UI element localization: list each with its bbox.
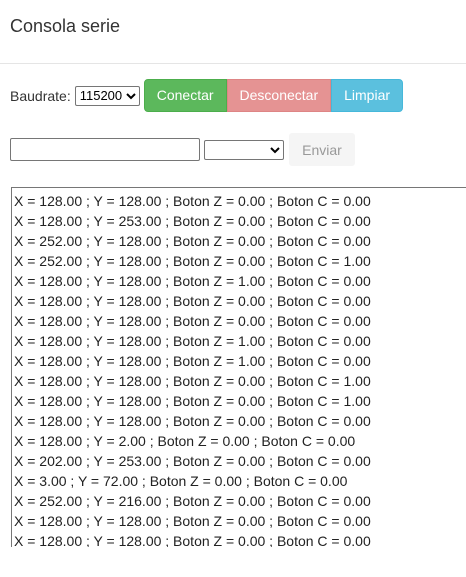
send-button[interactable]: Enviar bbox=[289, 133, 355, 166]
console-line: X = 252.00 ; Y = 128.00 ; Boton Z = 0.00… bbox=[14, 253, 371, 269]
console-line: X = 128.00 ; Y = 2.00 ; Boton Z = 0.00 ;… bbox=[14, 433, 356, 449]
header: Consola serie bbox=[0, 0, 466, 64]
clear-button[interactable]: Limpiar bbox=[331, 79, 404, 112]
disconnect-button[interactable]: Desconectar bbox=[226, 79, 332, 112]
console-line: X = 128.00 ; Y = 128.00 ; Boton Z = 1.00… bbox=[14, 353, 371, 369]
send-input[interactable] bbox=[10, 138, 200, 161]
console-line: X = 252.00 ; Y = 128.00 ; Boton Z = 0.00… bbox=[14, 233, 371, 249]
console-line: X = 128.00 ; Y = 128.00 ; Boton Z = 0.00… bbox=[14, 533, 371, 547]
console-line: X = 128.00 ; Y = 128.00 ; Boton Z = 0.00… bbox=[14, 393, 371, 409]
connect-button[interactable]: Conectar bbox=[143, 79, 227, 112]
console-line: X = 128.00 ; Y = 128.00 ; Boton Z = 0.00… bbox=[14, 293, 371, 309]
console-line: X = 128.00 ; Y = 253.00 ; Boton Z = 0.00… bbox=[14, 213, 371, 229]
send-row: Enviar bbox=[10, 133, 355, 166]
console-line: X = 128.00 ; Y = 128.00 ; Boton Z = 0.00… bbox=[14, 413, 371, 429]
console-line: X = 128.00 ; Y = 128.00 ; Boton Z = 1.00… bbox=[14, 333, 371, 349]
console-line: X = 128.00 ; Y = 128.00 ; Boton Z = 0.00… bbox=[14, 313, 371, 329]
console-line: X = 202.00 ; Y = 253.00 ; Boton Z = 0.00… bbox=[14, 453, 371, 469]
page-title: Consola serie bbox=[10, 16, 121, 36]
console-line: X = 252.00 ; Y = 216.00 ; Boton Z = 0.00… bbox=[14, 493, 371, 509]
baudrate-label: Baudrate: bbox=[10, 87, 71, 104]
console-line: X = 128.00 ; Y = 128.00 ; Boton Z = 0.00… bbox=[14, 513, 371, 529]
console-line: X = 128.00 ; Y = 128.00 ; Boton Z = 1.00… bbox=[14, 273, 371, 289]
console-line: X = 3.00 ; Y = 72.00 ; Boton Z = 0.00 ; … bbox=[14, 473, 348, 489]
line-ending-select[interactable] bbox=[204, 139, 284, 160]
console-line: X = 128.00 ; Y = 128.00 ; Boton Z = 0.00… bbox=[14, 373, 371, 389]
baudrate-select[interactable]: 115200 bbox=[74, 85, 140, 106]
connection-controls: Baudrate: 115200 Conectar Desconectar Li… bbox=[10, 79, 404, 112]
console-output[interactable]: X = 128.00 ; Y = 128.00 ; Boton Z = 0.00… bbox=[11, 187, 466, 547]
console-line: X = 128.00 ; Y = 128.00 ; Boton Z = 0.00… bbox=[14, 193, 371, 209]
page: Consola serie Baudrate: 115200 Conectar … bbox=[0, 0, 466, 577]
